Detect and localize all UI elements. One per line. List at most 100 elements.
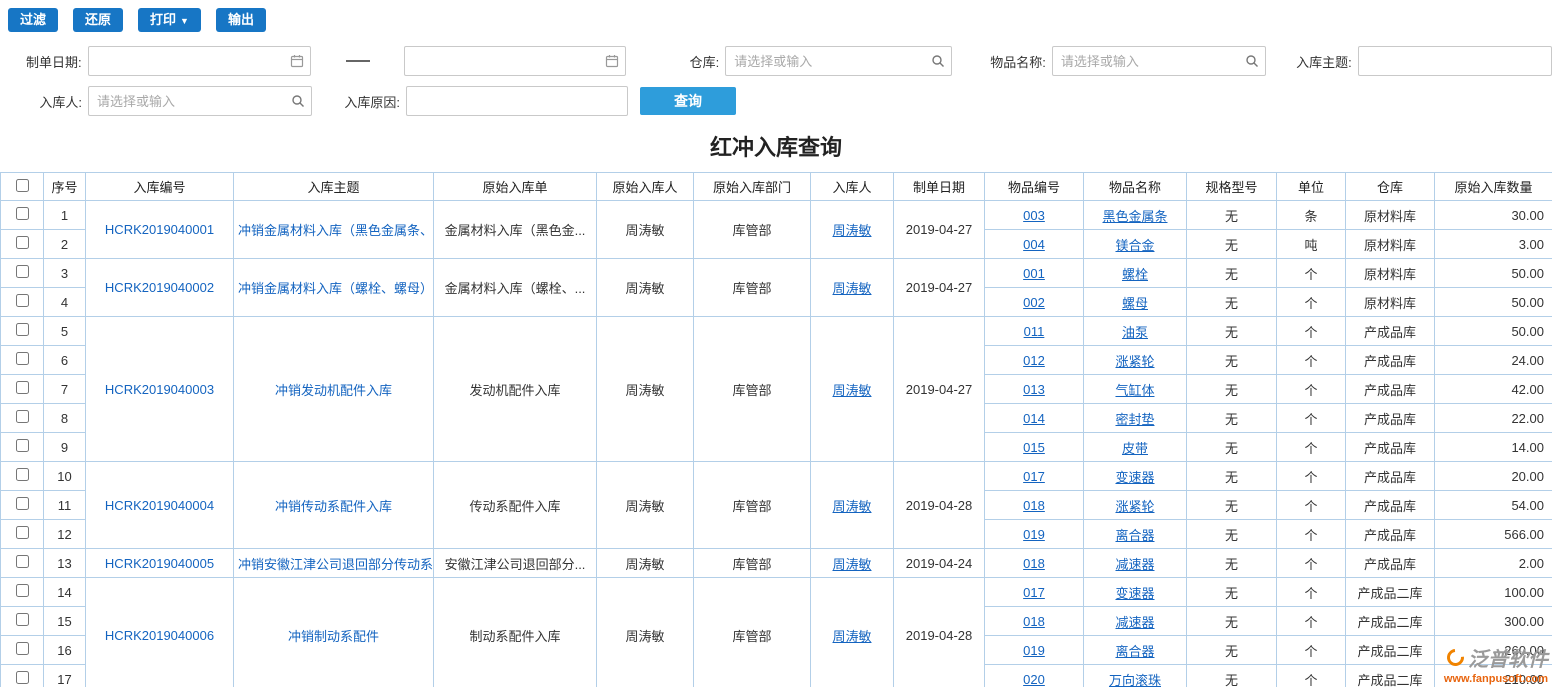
order-date-from-field (88, 46, 311, 76)
row-checkbox[interactable] (16, 439, 29, 452)
inbound-subject-link[interactable]: 冲销金属材料入库（螺栓、螺母） (238, 281, 433, 296)
row-checkbox[interactable] (16, 584, 29, 597)
calendar-icon[interactable] (605, 54, 619, 68)
row-checkbox[interactable] (16, 265, 29, 278)
item-name-field (1052, 46, 1266, 76)
item-spec: 无 (1187, 578, 1277, 607)
row-checkbox[interactable] (16, 468, 29, 481)
item-name-link[interactable]: 离合器 (1115, 528, 1154, 543)
inbound-subject-link[interactable]: 冲销传动系配件入库 (275, 499, 392, 514)
item-code-link[interactable]: 019 (1023, 527, 1045, 542)
export-button[interactable]: 输出 (216, 8, 266, 32)
item-name-link[interactable]: 螺母 (1122, 296, 1148, 311)
item-code-link[interactable]: 012 (1023, 353, 1045, 368)
item-name-link[interactable]: 油泵 (1122, 325, 1148, 340)
item-code-link[interactable]: 019 (1023, 643, 1045, 658)
item-code-link-cell: 002 (985, 288, 1084, 317)
item-code-link[interactable]: 004 (1023, 237, 1045, 252)
query-button[interactable]: 查询 (640, 87, 736, 115)
item-code-link[interactable]: 015 (1023, 440, 1045, 455)
item-name-link[interactable]: 离合器 (1115, 644, 1154, 659)
search-icon[interactable] (1245, 54, 1259, 68)
item-code-link[interactable]: 020 (1023, 672, 1045, 687)
print-button[interactable]: 打印▼ (138, 8, 201, 32)
item-code-link[interactable]: 011 (1024, 324, 1045, 339)
warehouse-input[interactable] (726, 47, 951, 75)
inbound-person-link[interactable]: 周涛敏 (832, 629, 871, 644)
inbound-person-link[interactable]: 周涛敏 (832, 383, 871, 398)
inbound-no-link[interactable]: HCRK2019040002 (105, 280, 214, 295)
item-unit: 个 (1277, 665, 1346, 687)
inbound-person-link[interactable]: 周涛敏 (832, 557, 871, 572)
order-date-from-input[interactable] (89, 47, 310, 75)
row-checkbox[interactable] (16, 613, 29, 626)
inbound-person-link-cell: 周涛敏 (811, 549, 894, 578)
restore-button[interactable]: 还原 (73, 8, 123, 32)
item-unit: 个 (1277, 317, 1346, 346)
inbound-subject-link[interactable]: 冲销制动系配件 (288, 629, 379, 644)
inbound-person-link[interactable]: 周涛敏 (832, 499, 871, 514)
item-name-link[interactable]: 减速器 (1115, 615, 1154, 630)
item-code-link[interactable]: 017 (1023, 585, 1045, 600)
reason-input[interactable] (407, 87, 627, 115)
item-name-link[interactable]: 万向滚珠 (1109, 673, 1161, 687)
row-checkbox[interactable] (16, 555, 29, 568)
original-order: 金属材料入库（黑色金... (434, 201, 597, 259)
item-name-link[interactable]: 皮带 (1122, 441, 1148, 456)
inbound-subject-link[interactable]: 冲销安徽江津公司退回部分传动系... (238, 557, 434, 572)
item-code-link[interactable]: 014 (1023, 411, 1045, 426)
row-checkbox[interactable] (16, 410, 29, 423)
row-checkbox[interactable] (16, 323, 29, 336)
select-all-checkbox[interactable] (16, 179, 29, 192)
item-name-link[interactable]: 黑色金属条 (1102, 209, 1167, 224)
inbound-person-input[interactable] (89, 87, 311, 115)
item-name-link[interactable]: 变速器 (1115, 586, 1154, 601)
row-checkbox[interactable] (16, 352, 29, 365)
item-name-link[interactable]: 螺栓 (1122, 267, 1148, 282)
subject-input[interactable] (1359, 47, 1551, 75)
inbound-subject-link[interactable]: 冲销发动机配件入库 (275, 383, 392, 398)
inbound-no-link[interactable]: HCRK2019040006 (105, 628, 214, 643)
item-name-link[interactable]: 涨紧轮 (1115, 499, 1154, 514)
item-name-link[interactable]: 镁合金 (1115, 238, 1154, 253)
item-code-link[interactable]: 018 (1023, 498, 1045, 513)
search-icon[interactable] (291, 94, 305, 108)
row-checkbox[interactable] (16, 497, 29, 510)
inbound-person-link[interactable]: 周涛敏 (832, 223, 871, 238)
inbound-person-link[interactable]: 周涛敏 (832, 281, 871, 296)
order-date-to-input[interactable] (405, 47, 624, 75)
item-name-link[interactable]: 涨紧轮 (1115, 354, 1154, 369)
item-code-link-cell: 018 (985, 491, 1084, 520)
item-code-link[interactable]: 013 (1023, 382, 1045, 397)
row-checkbox[interactable] (16, 236, 29, 249)
row-checkbox[interactable] (16, 642, 29, 655)
inbound-no-link[interactable]: HCRK2019040005 (105, 556, 214, 571)
inbound-no-link[interactable]: HCRK2019040003 (105, 382, 214, 397)
item-warehouse: 产成品库 (1346, 549, 1435, 578)
item-code-link[interactable]: 002 (1023, 295, 1045, 310)
original-order: 金属材料入库（螺栓、... (434, 259, 597, 317)
row-checkbox[interactable] (16, 207, 29, 220)
item-name-link-cell: 离合器 (1084, 520, 1187, 549)
filter-button[interactable]: 过滤 (8, 8, 58, 32)
search-icon[interactable] (931, 54, 945, 68)
item-code-link[interactable]: 018 (1023, 614, 1045, 629)
row-checkbox[interactable] (16, 526, 29, 539)
row-checkbox[interactable] (16, 671, 29, 684)
inbound-subject-link[interactable]: 冲销金属材料入库（黑色金属条、 (238, 223, 433, 238)
item-name-input[interactable] (1053, 47, 1265, 75)
item-name-link[interactable]: 密封垫 (1115, 412, 1154, 427)
item-name-link[interactable]: 变速器 (1115, 470, 1154, 485)
item-code-link[interactable]: 018 (1023, 556, 1045, 571)
item-name-link[interactable]: 气缸体 (1115, 383, 1154, 398)
item-name-link[interactable]: 减速器 (1115, 557, 1154, 572)
row-checkbox[interactable] (16, 381, 29, 394)
inbound-no-link[interactable]: HCRK2019040004 (105, 498, 214, 513)
row-checkbox[interactable] (16, 294, 29, 307)
calendar-icon[interactable] (290, 54, 304, 68)
inbound-no-link[interactable]: HCRK2019040001 (105, 222, 214, 237)
item-code-link[interactable]: 017 (1023, 469, 1045, 484)
item-code-link[interactable]: 001 (1023, 266, 1045, 281)
item-code-link[interactable]: 003 (1023, 208, 1045, 223)
item-spec: 无 (1187, 607, 1277, 636)
